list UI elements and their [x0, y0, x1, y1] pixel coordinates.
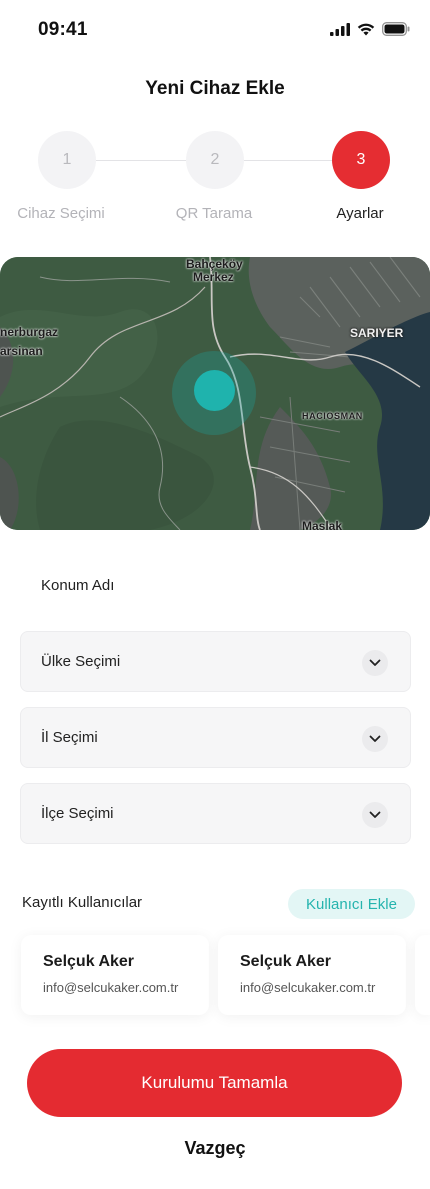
map-label-sariyer: SARIYER [350, 326, 404, 340]
user-name: Selçuk Aker [43, 953, 135, 970]
user-email: info@selcukaker.com.tr [240, 980, 376, 995]
complete-setup-button[interactable]: Kurulumu Tamamla [27, 1049, 402, 1117]
battery-icon [382, 22, 410, 41]
status-time: 09:41 [38, 19, 88, 40]
user-card[interactable]: Selçuk Aker info@selcukaker.com.tr [21, 935, 209, 1015]
province-select[interactable]: İl Seçimi [20, 707, 411, 768]
step-2-circle[interactable]: 2 [186, 131, 244, 189]
add-user-button[interactable]: Kullanıcı Ekle [288, 889, 415, 919]
location-pin-icon[interactable] [194, 370, 235, 411]
user-email: info@selcukaker.com.tr [43, 980, 179, 995]
page-title: Yeni Cihaz Ekle [145, 78, 285, 99]
wifi-icon [357, 23, 375, 41]
district-select[interactable]: İlçe Seçimi [20, 783, 411, 844]
map-label-nerburgaz: nerburgaz [0, 325, 59, 339]
step-1-label: Cihaz Seçimi [17, 205, 105, 222]
district-select-value: İlçe Seçimi [41, 805, 114, 822]
step-3-circle[interactable]: 3 [332, 131, 390, 189]
step-connector [96, 160, 186, 161]
map-label-maslak: Maslak [302, 519, 343, 530]
map-label-merkez: Merkez [193, 270, 234, 284]
cancel-button[interactable]: Vazgeç [0, 1138, 430, 1159]
step-2-label: QR Tarama [175, 205, 253, 222]
step-connector [244, 160, 332, 161]
map-label-arsinan: arsinan [0, 344, 43, 358]
country-select-value: Ülke Seçimi [41, 653, 121, 670]
signal-icon [330, 22, 350, 41]
map-label-haciosman: HACIOSMAN [302, 411, 363, 421]
chevron-down-icon[interactable] [362, 726, 388, 752]
province-select-value: İl Seçimi [41, 729, 98, 746]
status-bar: 09:41 [0, 0, 430, 60]
location-name-label[interactable]: Konum Adı [41, 577, 114, 594]
registered-users-title: Kayıtlı Kullanıcılar [22, 894, 143, 911]
user-name: Selçuk Aker [240, 953, 332, 970]
stepper: 1 2 3 Cihaz Seçimi QR Tarama Ayarlar [0, 131, 430, 231]
step-3-label: Ayarlar [336, 205, 384, 222]
user-card[interactable]: Selçuk Aker info@selcukaker.com.tr [218, 935, 406, 1015]
status-icons [330, 22, 410, 41]
step-1-circle[interactable]: 1 [38, 131, 96, 189]
user-card-partial[interactable] [415, 935, 430, 1015]
country-select[interactable]: Ülke Seçimi [20, 631, 411, 692]
chevron-down-icon[interactable] [362, 802, 388, 828]
chevron-down-icon[interactable] [362, 650, 388, 676]
map-label-bahcekoy: Bahçeköy [186, 257, 243, 271]
